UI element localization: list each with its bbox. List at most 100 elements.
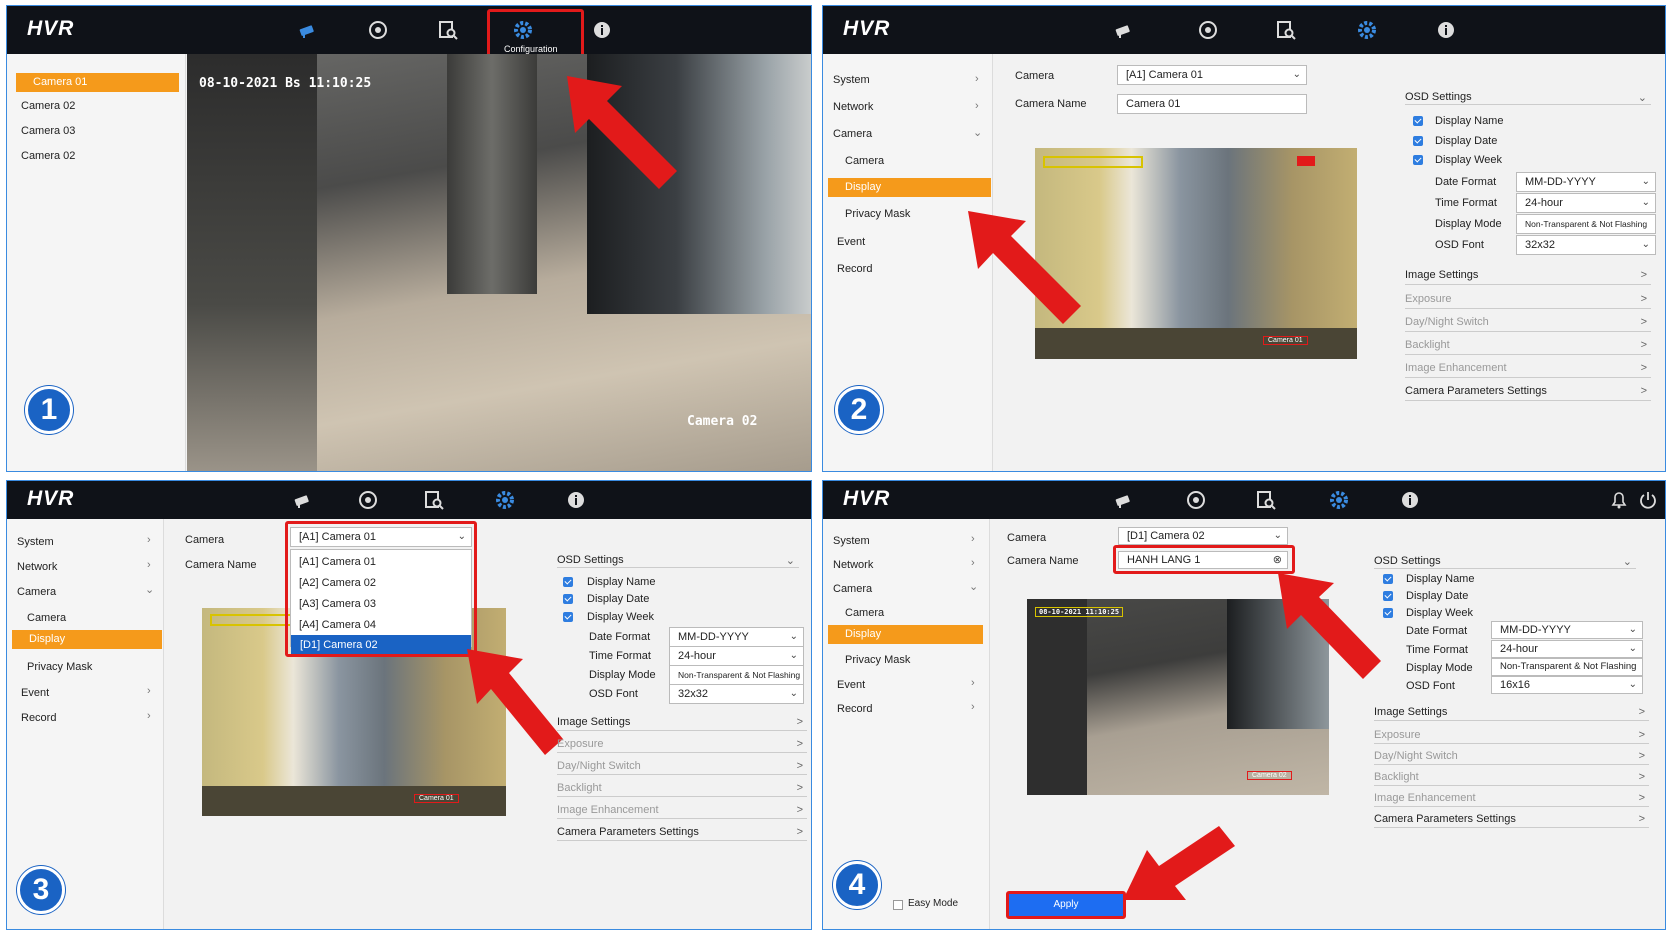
menu-record[interactable]: Record [21, 712, 56, 724]
display-name-checkbox[interactable] [1413, 116, 1423, 126]
menu-camera[interactable]: Camera [17, 586, 56, 598]
live-view-icon[interactable] [1113, 489, 1135, 511]
display-mode-select[interactable]: Non-Transparent & Not Flashing [669, 665, 804, 685]
configuration-gear-icon[interactable] [494, 489, 516, 511]
image-enhancement-section[interactable]: Image Enhancement > [1405, 362, 1651, 378]
menu-record[interactable]: Record [837, 703, 872, 715]
menu-display[interactable]: Display [12, 630, 162, 649]
menu-network[interactable]: Network [833, 101, 873, 113]
day-night-section[interactable]: Day/Night Switch > [557, 760, 807, 775]
display-date-checkbox[interactable] [1383, 591, 1393, 601]
camera-list-item-01[interactable]: Camera 01 [16, 73, 179, 92]
menu-sub-camera[interactable]: Camera [27, 612, 66, 624]
date-format-select[interactable]: MM-DD-YYYY ⌄ [669, 627, 804, 647]
menu-display[interactable]: Display [828, 625, 983, 644]
date-format-select[interactable]: MM-DD-YYYY ⌄ [1516, 172, 1656, 192]
osd-name-frame[interactable]: Camera 01 [1263, 336, 1308, 345]
menu-record[interactable]: Record [837, 263, 872, 275]
exposure-section[interactable]: Exposure > [557, 738, 807, 753]
info-icon[interactable] [1399, 489, 1421, 511]
configuration-gear-icon[interactable] [1356, 19, 1378, 41]
backlight-section[interactable]: Backlight > [557, 782, 807, 797]
live-camera-feed[interactable]: 08-10-2021 Bs 11:10:25 Camera 02 [187, 54, 811, 471]
backlight-section[interactable]: Backlight > [1405, 339, 1651, 355]
osd-font-select[interactable]: 32x32 ⌄ [669, 684, 804, 704]
exposure-section[interactable]: Exposure > [1405, 293, 1651, 309]
display-name-checkbox[interactable] [563, 577, 573, 587]
live-view-icon[interactable] [292, 489, 314, 511]
menu-event[interactable]: Event [837, 679, 865, 691]
camera-list-item-02[interactable]: Camera 02 [21, 100, 75, 112]
info-icon[interactable] [565, 489, 587, 511]
menu-privacy-mask[interactable]: Privacy Mask [845, 208, 910, 220]
display-date-checkbox[interactable] [1413, 136, 1423, 146]
time-format-select[interactable]: 24-hour ⌄ [1491, 640, 1643, 658]
search-icon[interactable] [437, 19, 459, 41]
camera-name-input[interactable]: Camera 01 [1117, 94, 1307, 114]
search-icon[interactable] [1255, 489, 1277, 511]
image-settings-section[interactable]: Image Settings > [1374, 706, 1649, 721]
osd-settings-header[interactable]: OSD Settings ⌄ [1405, 91, 1651, 105]
playback-icon[interactable] [367, 19, 389, 41]
image-enhancement-section[interactable]: Image Enhancement > [557, 804, 807, 819]
display-week-checkbox[interactable] [1383, 608, 1393, 618]
menu-sub-camera[interactable]: Camera [845, 155, 884, 167]
playback-icon[interactable] [1185, 489, 1207, 511]
easy-mode-checkbox[interactable] [893, 900, 903, 910]
menu-system[interactable]: System [833, 74, 870, 86]
bell-icon[interactable] [1608, 489, 1627, 511]
camera-parameters-section[interactable]: Camera Parameters Settings > [1374, 813, 1649, 828]
day-night-section[interactable]: Day/Night Switch > [1374, 750, 1649, 765]
osd-name-frame[interactable]: Camera 01 [414, 794, 459, 803]
menu-network[interactable]: Network [17, 561, 57, 573]
osd-font-select[interactable]: 16x16 ⌄ [1491, 676, 1643, 694]
search-icon[interactable] [1275, 19, 1297, 41]
osd-font-select[interactable]: 32x32 ⌄ [1516, 235, 1656, 255]
exposure-section[interactable]: Exposure > [1374, 729, 1649, 744]
menu-event[interactable]: Event [837, 236, 865, 248]
display-date-checkbox[interactable] [563, 594, 573, 604]
osd-settings-header[interactable]: OSD Settings ⌄ [557, 554, 799, 568]
osd-date-overlay[interactable]: 08-10-2021 11:10:25 [1035, 607, 1124, 617]
date-format-select[interactable]: MM-DD-YYYY ⌄ [1491, 621, 1643, 639]
menu-privacy-mask[interactable]: Privacy Mask [27, 661, 92, 673]
display-mode-select[interactable]: Non-Transparent & Not Flashing [1516, 214, 1656, 234]
camera-list-item-04[interactable]: Camera 02 [21, 150, 75, 162]
playback-icon[interactable] [1197, 19, 1219, 41]
camera-parameters-section[interactable]: Camera Parameters Settings > [1405, 385, 1651, 401]
menu-network[interactable]: Network [833, 559, 873, 571]
search-icon[interactable] [423, 489, 445, 511]
image-enhancement-section[interactable]: Image Enhancement > [1374, 792, 1649, 807]
menu-event[interactable]: Event [21, 687, 49, 699]
time-format-select[interactable]: 24-hour ⌄ [669, 646, 804, 666]
day-night-section[interactable]: Day/Night Switch > [1405, 316, 1651, 332]
display-name-checkbox[interactable] [1383, 574, 1393, 584]
osd-name-frame[interactable]: Camera 02 [1247, 771, 1292, 780]
backlight-section[interactable]: Backlight > [1374, 771, 1649, 786]
display-week-checkbox[interactable] [563, 612, 573, 622]
menu-system[interactable]: System [833, 535, 870, 547]
info-icon[interactable] [591, 19, 613, 41]
menu-camera[interactable]: Camera [833, 128, 872, 140]
menu-camera[interactable]: Camera [833, 583, 872, 595]
live-view-icon[interactable] [1113, 19, 1135, 41]
menu-privacy-mask[interactable]: Privacy Mask [845, 654, 910, 666]
info-icon[interactable] [1435, 19, 1457, 41]
live-view-icon[interactable] [297, 19, 319, 41]
menu-display[interactable]: Display [828, 178, 991, 197]
power-icon[interactable] [1637, 489, 1656, 511]
camera-parameters-section[interactable]: Camera Parameters Settings > [557, 826, 807, 841]
menu-system[interactable]: System [17, 536, 54, 548]
image-settings-section[interactable]: Image Settings > [1405, 269, 1651, 285]
display-week-checkbox[interactable] [1413, 155, 1423, 165]
playback-icon[interactable] [357, 489, 379, 511]
configuration-gear-icon[interactable] [1328, 489, 1350, 511]
time-format-select[interactable]: 24-hour ⌄ [1516, 193, 1656, 213]
image-settings-section[interactable]: Image Settings > [557, 716, 807, 731]
osd-settings-header[interactable]: OSD Settings ⌄ [1374, 555, 1636, 569]
osd-date-frame[interactable] [1043, 156, 1143, 168]
menu-sub-camera[interactable]: Camera [845, 607, 884, 619]
display-mode-select[interactable]: Non-Transparent & Not Flashing [1491, 658, 1643, 676]
camera-select[interactable]: [D1] Camera 02 ⌄ [1118, 527, 1288, 545]
camera-list-item-03[interactable]: Camera 03 [21, 125, 75, 137]
